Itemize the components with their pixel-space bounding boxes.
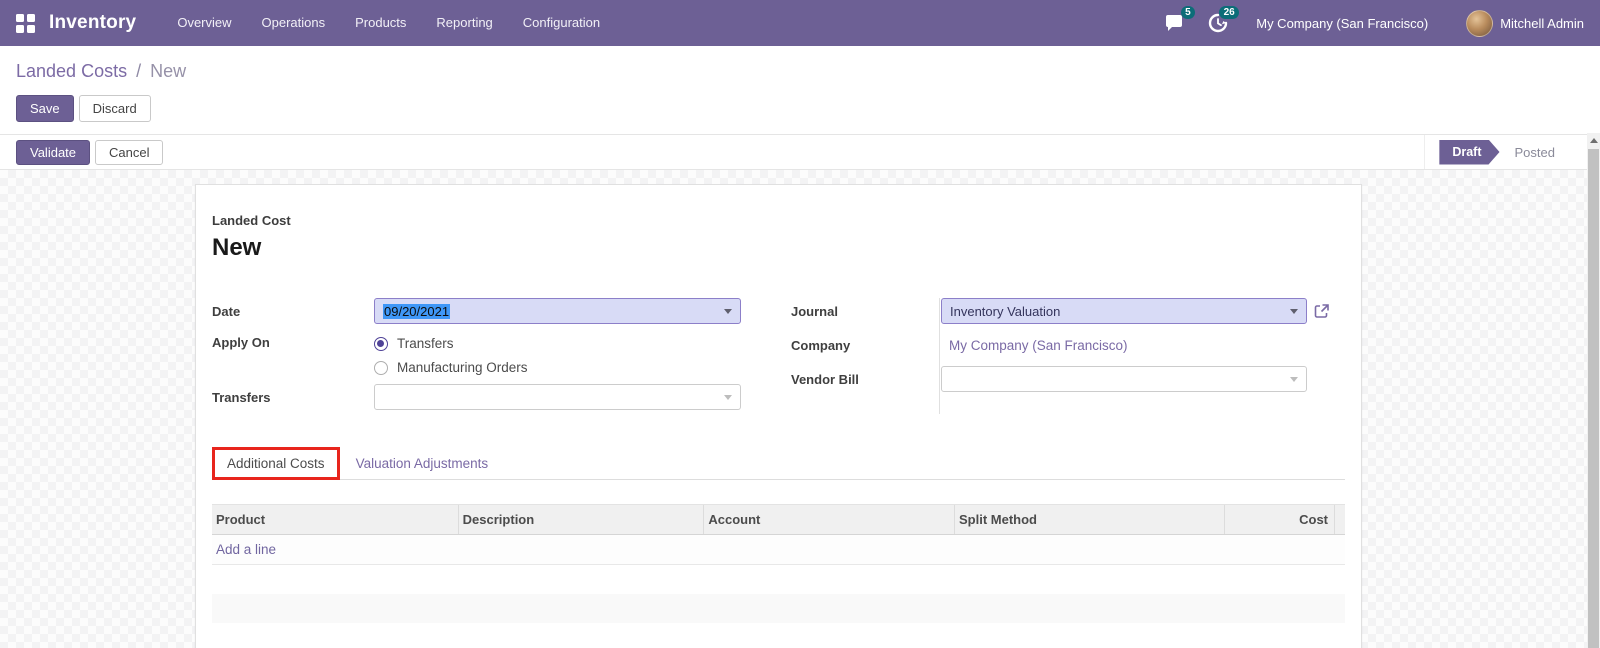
apply-on-label: Apply On (212, 335, 270, 350)
chevron-down-icon[interactable] (1290, 376, 1298, 382)
form-toolbar: Validate Cancel Draft Posted (0, 135, 1600, 170)
table-header-row: Product Description Account Split Method… (212, 504, 1345, 535)
user-menu[interactable]: Mitchell Admin (1466, 9, 1584, 37)
company-label: Company (791, 337, 851, 353)
column-description[interactable]: Description (459, 505, 705, 534)
radio-manufacturing-label: Manufacturing Orders (397, 360, 528, 375)
empty-row (212, 594, 1345, 623)
messages-icon[interactable]: 5 (1162, 6, 1196, 35)
record-title: New (212, 234, 262, 261)
company-value[interactable]: My Company (San Francisco) (949, 338, 1128, 353)
discard-button[interactable]: Discard (78, 95, 151, 122)
empty-row (212, 623, 1345, 648)
apply-on-row: Apply On Transfers Manufacturing Orders (212, 332, 741, 376)
scrollbar-thumb[interactable] (1588, 149, 1599, 648)
activities-icon[interactable]: 26 (1206, 6, 1240, 35)
status-posted[interactable]: Posted (1500, 145, 1570, 160)
vendor-bill-field[interactable] (941, 366, 1307, 392)
transfers-field[interactable] (374, 384, 741, 410)
nav-item-operations[interactable]: Operations (247, 0, 341, 46)
tab-valuation-adjustments[interactable]: Valuation Adjustments (340, 448, 505, 479)
radio-selected-icon[interactable] (374, 336, 388, 351)
nav-item-reporting[interactable]: Reporting (421, 0, 507, 46)
app-title[interactable]: Inventory (49, 12, 136, 34)
nav-item-configuration[interactable]: Configuration (508, 0, 615, 46)
journal-field[interactable]: Inventory Valuation (941, 298, 1307, 324)
control-panel: Landed Costs / New Save Discard (0, 46, 1600, 135)
vendor-bill-row: Vendor Bill (791, 366, 1331, 392)
messages-badge: 5 (1180, 6, 1196, 19)
status-draft[interactable]: Draft (1439, 140, 1499, 165)
form-group-right: Journal Inventory Valuation Company My C… (791, 298, 1331, 418)
column-product[interactable]: Product (212, 505, 459, 534)
chevron-down-icon[interactable] (1290, 308, 1298, 314)
company-row: Company My Company (San Francisco) (791, 332, 1331, 358)
record-subtitle: Landed Cost (212, 213, 291, 228)
breadcrumb-landed-costs[interactable]: Landed Costs (16, 61, 127, 81)
form-sheet: Landed Cost New Date 09/20/2021 Apply On (195, 184, 1362, 648)
empty-row (212, 565, 1345, 594)
vendor-bill-label: Vendor Bill (791, 371, 859, 387)
apply-on-options: Transfers Manufacturing Orders (374, 332, 528, 376)
top-navbar: Inventory Overview Operations Products R… (0, 0, 1600, 46)
column-trailing (1335, 505, 1345, 534)
validate-button[interactable]: Validate (16, 139, 91, 165)
radio-unselected-icon[interactable] (374, 360, 388, 375)
form-group-left: Date 09/20/2021 Apply On Transfers Manuf… (212, 298, 741, 418)
additional-costs-table: Product Description Account Split Method… (212, 504, 1345, 648)
record-title-block: Landed Cost New (212, 213, 1345, 262)
date-row: Date 09/20/2021 (212, 298, 741, 324)
vertical-scrollbar[interactable] (1587, 133, 1600, 648)
nav-item-overview[interactable]: Overview (162, 0, 246, 46)
cancel-button[interactable]: Cancel (95, 139, 164, 165)
column-split-method[interactable]: Split Method (955, 505, 1225, 534)
breadcrumb-current: New (150, 61, 187, 81)
apps-menu-icon[interactable] (16, 13, 35, 33)
journal-value: Inventory Valuation (950, 303, 1061, 319)
chat-bubble-icon (1166, 15, 1183, 31)
save-button[interactable]: Save (16, 95, 74, 122)
journal-label: Journal (791, 303, 838, 319)
radio-transfers-label: Transfers (397, 336, 454, 351)
radio-manufacturing-orders[interactable]: Manufacturing Orders (374, 359, 528, 376)
nav-item-products[interactable]: Products (340, 0, 421, 46)
column-account[interactable]: Account (704, 505, 956, 534)
transfers-label: Transfers (212, 389, 271, 405)
user-avatar (1466, 9, 1494, 37)
tab-additional-costs[interactable]: Additional Costs (212, 447, 340, 480)
notebook-tabs: Additional Costs Valuation Adjustments (212, 444, 1345, 480)
scrollbar-up-arrow[interactable] (1587, 133, 1600, 148)
activities-badge: 26 (1219, 6, 1240, 19)
column-cost[interactable]: Cost (1225, 505, 1335, 534)
breadcrumb-separator: / (136, 61, 142, 81)
add-a-line-link[interactable]: Add a line (212, 542, 276, 557)
breadcrumb: Landed Costs / New (16, 60, 1584, 82)
form-fields: Date 09/20/2021 Apply On Transfers Manuf… (212, 298, 1345, 418)
date-label: Date (212, 303, 241, 319)
statusbar: Draft Posted (1424, 135, 1570, 169)
external-link-icon[interactable] (1313, 302, 1331, 320)
content-area: Landed Cost New Date 09/20/2021 Apply On (0, 170, 1600, 648)
table-row: Add a line (212, 535, 1345, 565)
user-name: Mitchell Admin (1500, 15, 1584, 31)
date-field[interactable]: 09/20/2021 (374, 298, 741, 324)
transfers-row: Transfers (212, 384, 741, 410)
company-switcher[interactable]: My Company (San Francisco) (1256, 16, 1428, 31)
chevron-down-icon[interactable] (724, 394, 732, 400)
journal-row: Journal Inventory Valuation (791, 298, 1331, 324)
radio-transfers[interactable]: Transfers (374, 335, 528, 352)
chevron-down-icon[interactable] (724, 308, 732, 314)
date-value: 09/20/2021 (383, 303, 451, 319)
